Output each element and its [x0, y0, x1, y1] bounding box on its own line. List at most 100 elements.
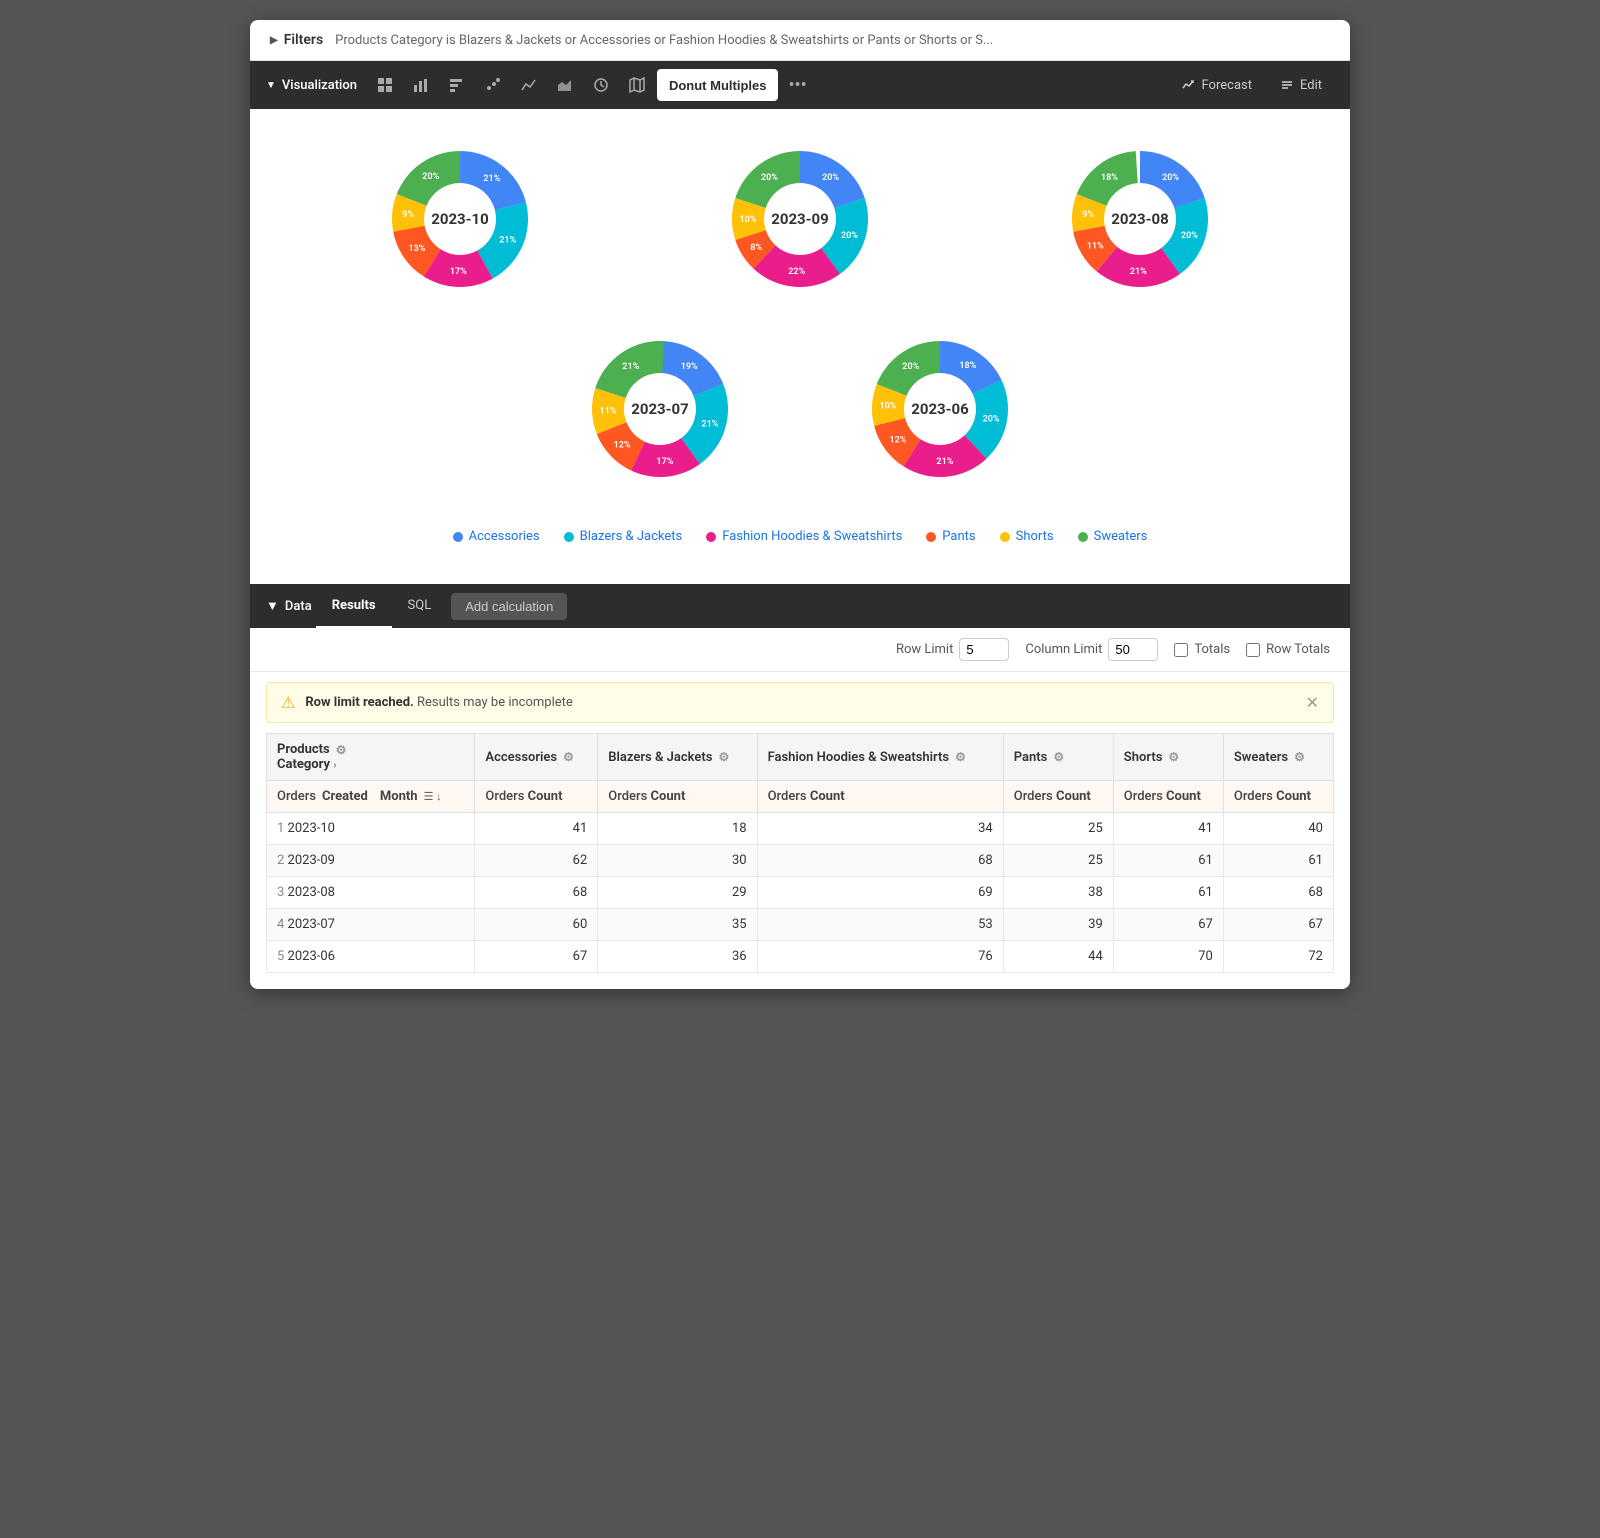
svg-text:21%: 21%: [1130, 267, 1147, 277]
gear-sweaters-icon[interactable]: ⚙: [1294, 750, 1305, 764]
warning-close-icon[interactable]: ✕: [1306, 693, 1319, 712]
cell-pants: 25: [1003, 845, 1113, 877]
cell-blazers: 18: [598, 813, 757, 845]
legend-link[interactable]: Blazers & Jackets: [580, 529, 683, 544]
main-container: ▶ Filters Products Category is Blazers &…: [250, 20, 1350, 989]
cell-blazers: 36: [598, 941, 757, 973]
legend-item-shorts[interactable]: Shorts: [1000, 529, 1054, 544]
th-pants-count: Orders Count: [1003, 781, 1113, 813]
warning-text: Row limit reached. Results may be incomp…: [305, 695, 1295, 710]
legend-dot: [564, 532, 574, 542]
totals-checkbox[interactable]: [1174, 643, 1188, 657]
row-limit-label: Row Limit: [896, 638, 1009, 661]
viz-scatter-icon[interactable]: [477, 69, 509, 101]
gear-shorts-icon[interactable]: ⚙: [1168, 750, 1179, 764]
viz-forecast-btn[interactable]: Forecast: [1170, 72, 1264, 99]
table-row: 5 2023-06 67 36 76 44 70 72: [267, 941, 1334, 973]
gear-pants-icon[interactable]: ⚙: [1053, 750, 1064, 764]
gear-fashion-icon[interactable]: ⚙: [955, 750, 966, 764]
data-arrow-icon: ▼: [266, 598, 279, 614]
legend-item-fashion-hoodies-&-sweatshirts[interactable]: Fashion Hoodies & Sweatshirts: [706, 529, 902, 544]
viz-sorted-bar-icon[interactable]: [441, 69, 473, 101]
results-controls: Row Limit Column Limit Totals Row Totals: [250, 628, 1350, 672]
table-row: 2 2023-09 62 30 68 25 61 61: [267, 845, 1334, 877]
filters-text: Products Category is Blazers & Jackets o…: [335, 33, 993, 48]
add-calculation-btn[interactable]: Add calculation: [451, 593, 567, 620]
th-pants: Pants ⚙: [1003, 734, 1113, 781]
legend-link[interactable]: Accessories: [469, 529, 540, 544]
cell-fashion: 68: [757, 845, 1003, 877]
svg-text:20%: 20%: [761, 173, 778, 183]
svg-text:12%: 12%: [889, 436, 906, 446]
charts-grid-top: 21%21%17%13%9%20% 2023-10 20%20%22%8%10%…: [290, 139, 1310, 299]
col-limit-input[interactable]: [1108, 638, 1158, 661]
viz-more-icon[interactable]: •••: [782, 75, 812, 96]
cell-month: 4 2023-07: [267, 909, 475, 941]
gear-accessories-icon[interactable]: ⚙: [563, 750, 574, 764]
legend-item-blazers-&-jackets[interactable]: Blazers & Jackets: [564, 529, 683, 544]
viz-forecast-label: Forecast: [1202, 78, 1252, 93]
legend-dot: [453, 532, 463, 542]
table-row: 1 2023-10 41 18 34 25 41 40: [267, 813, 1334, 845]
legend-item-pants[interactable]: Pants: [926, 529, 975, 544]
svg-text:18%: 18%: [1101, 173, 1118, 183]
charts-area: 21%21%17%13%9%20% 2023-10 20%20%22%8%10%…: [250, 109, 1350, 584]
table-body: 1 2023-10 41 18 34 25 41 40 2 2023-09 62…: [267, 813, 1334, 973]
cell-sweaters: 61: [1223, 845, 1333, 877]
viz-area-icon[interactable]: [549, 69, 581, 101]
legend-item-sweaters[interactable]: Sweaters: [1078, 529, 1148, 544]
gear-blazers-icon[interactable]: ⚙: [718, 750, 729, 764]
gear-products-icon[interactable]: ⚙: [336, 743, 347, 757]
svg-text:21%: 21%: [483, 174, 500, 184]
svg-text:17%: 17%: [656, 457, 673, 467]
cell-fashion: 53: [757, 909, 1003, 941]
th-sweaters-count: Orders Count: [1223, 781, 1333, 813]
cell-sweaters: 68: [1223, 877, 1333, 909]
row-totals-checkbox-label: Row Totals: [1246, 642, 1330, 657]
filters-toggle[interactable]: ▶ Filters: [270, 32, 323, 48]
viz-line-icon[interactable]: [513, 69, 545, 101]
th-blazers-count: Orders Count: [598, 781, 757, 813]
svg-text:20%: 20%: [902, 362, 919, 372]
legend-item-accessories[interactable]: Accessories: [453, 529, 540, 544]
svg-text:10%: 10%: [740, 215, 757, 225]
cell-pants: 44: [1003, 941, 1113, 973]
th-month: Orders CreatedMonth ☰ ↓: [267, 781, 475, 813]
table-row: 4 2023-07 60 35 53 39 67 67: [267, 909, 1334, 941]
warning-icon: ⚠: [281, 693, 295, 712]
legend-dot: [706, 532, 716, 542]
th-blazers: Blazers & Jackets ⚙: [598, 734, 757, 781]
legend-link[interactable]: Shorts: [1016, 529, 1054, 544]
svg-text:21%: 21%: [701, 420, 718, 430]
svg-text:18%: 18%: [959, 361, 976, 371]
svg-text:21%: 21%: [936, 457, 953, 467]
svg-text:8%: 8%: [750, 243, 762, 253]
data-toolbar: ▼ Data Results SQL Add calculation: [250, 584, 1350, 628]
viz-donut-multiples-btn[interactable]: Donut Multiples: [657, 69, 779, 101]
results-table: Products ⚙ Category › Accessories ⚙ Blaz…: [266, 733, 1334, 973]
svg-text:13%: 13%: [409, 244, 426, 254]
viz-table-icon[interactable]: [369, 69, 401, 101]
cell-sweaters: 67: [1223, 909, 1333, 941]
viz-bar-icon[interactable]: [405, 69, 437, 101]
donut-2023-06: 18%20%21%12%10%20% 2023-06: [860, 329, 1020, 489]
svg-text:20%: 20%: [841, 231, 858, 241]
tab-sql[interactable]: SQL: [392, 584, 448, 628]
tab-results[interactable]: Results: [316, 584, 392, 628]
viz-toolbar: ▼ Visualization Donut Multiples •••: [250, 61, 1350, 109]
cell-pants: 39: [1003, 909, 1113, 941]
viz-clock-icon[interactable]: [585, 69, 617, 101]
row-limit-input[interactable]: [959, 638, 1009, 661]
legend-link[interactable]: Pants: [942, 529, 975, 544]
th-sweaters: Sweaters ⚙: [1223, 734, 1333, 781]
viz-edit-btn[interactable]: Edit: [1268, 72, 1334, 99]
legend-link[interactable]: Fashion Hoodies & Sweatshirts: [722, 529, 902, 544]
row-totals-checkbox[interactable]: [1246, 643, 1260, 657]
viz-map-icon[interactable]: [621, 69, 653, 101]
legend-link[interactable]: Sweaters: [1094, 529, 1148, 544]
th-shorts: Shorts ⚙: [1113, 734, 1223, 781]
legend-dot: [1078, 532, 1088, 542]
legend-dot: [1000, 532, 1010, 542]
cell-month: 5 2023-06: [267, 941, 475, 973]
data-section-label: ▼ Data: [266, 598, 312, 614]
